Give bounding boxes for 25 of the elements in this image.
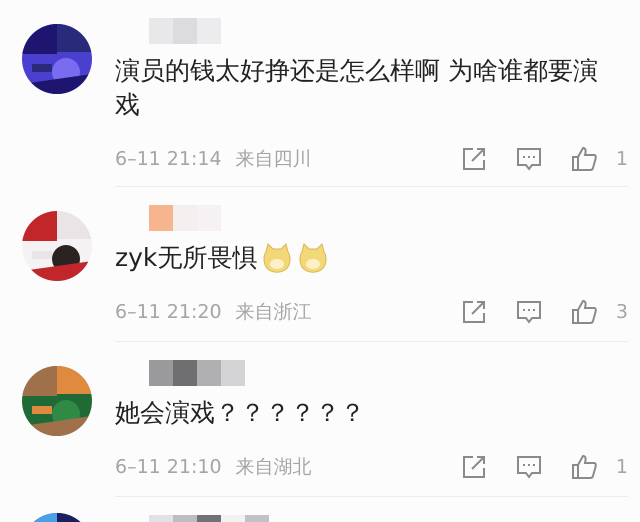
- blurred-username: [149, 18, 221, 44]
- comment-text: 她会演戏？？？？？？: [115, 397, 365, 429]
- comment-text: zyk无所畏惧: [115, 242, 258, 274]
- thumbs-up-icon[interactable]: [570, 145, 598, 173]
- share-icon[interactable]: [460, 298, 488, 326]
- comment-location: 来自浙江: [236, 300, 312, 325]
- share-icon[interactable]: [460, 453, 488, 481]
- thumbs-up-icon[interactable]: [570, 453, 598, 481]
- share-icon[interactable]: [460, 145, 488, 173]
- like-count: 1: [614, 456, 628, 478]
- dog-emoji-icon: [297, 242, 330, 274]
- comment-time: 6–11 21:20: [115, 301, 222, 323]
- comment-icon[interactable]: [515, 453, 543, 481]
- like-count: 3: [614, 301, 628, 323]
- comment-time: 6–11 21:14: [115, 148, 222, 170]
- blurred-username: [149, 205, 221, 231]
- comment-location: 来自湖北: [236, 455, 312, 480]
- thumbs-up-icon[interactable]: [570, 298, 598, 326]
- comment-location: 来自四川: [236, 147, 312, 172]
- comment-time: 6–11 21:10: [115, 456, 222, 478]
- like-count: 1: [614, 148, 628, 170]
- dog-emoji-icon: [261, 242, 294, 274]
- comment-text: 演员的钱太好挣还是怎么样啊 为啥谁都要演戏: [115, 55, 599, 121]
- comment-icon[interactable]: [515, 145, 543, 173]
- comment-icon[interactable]: [515, 298, 543, 326]
